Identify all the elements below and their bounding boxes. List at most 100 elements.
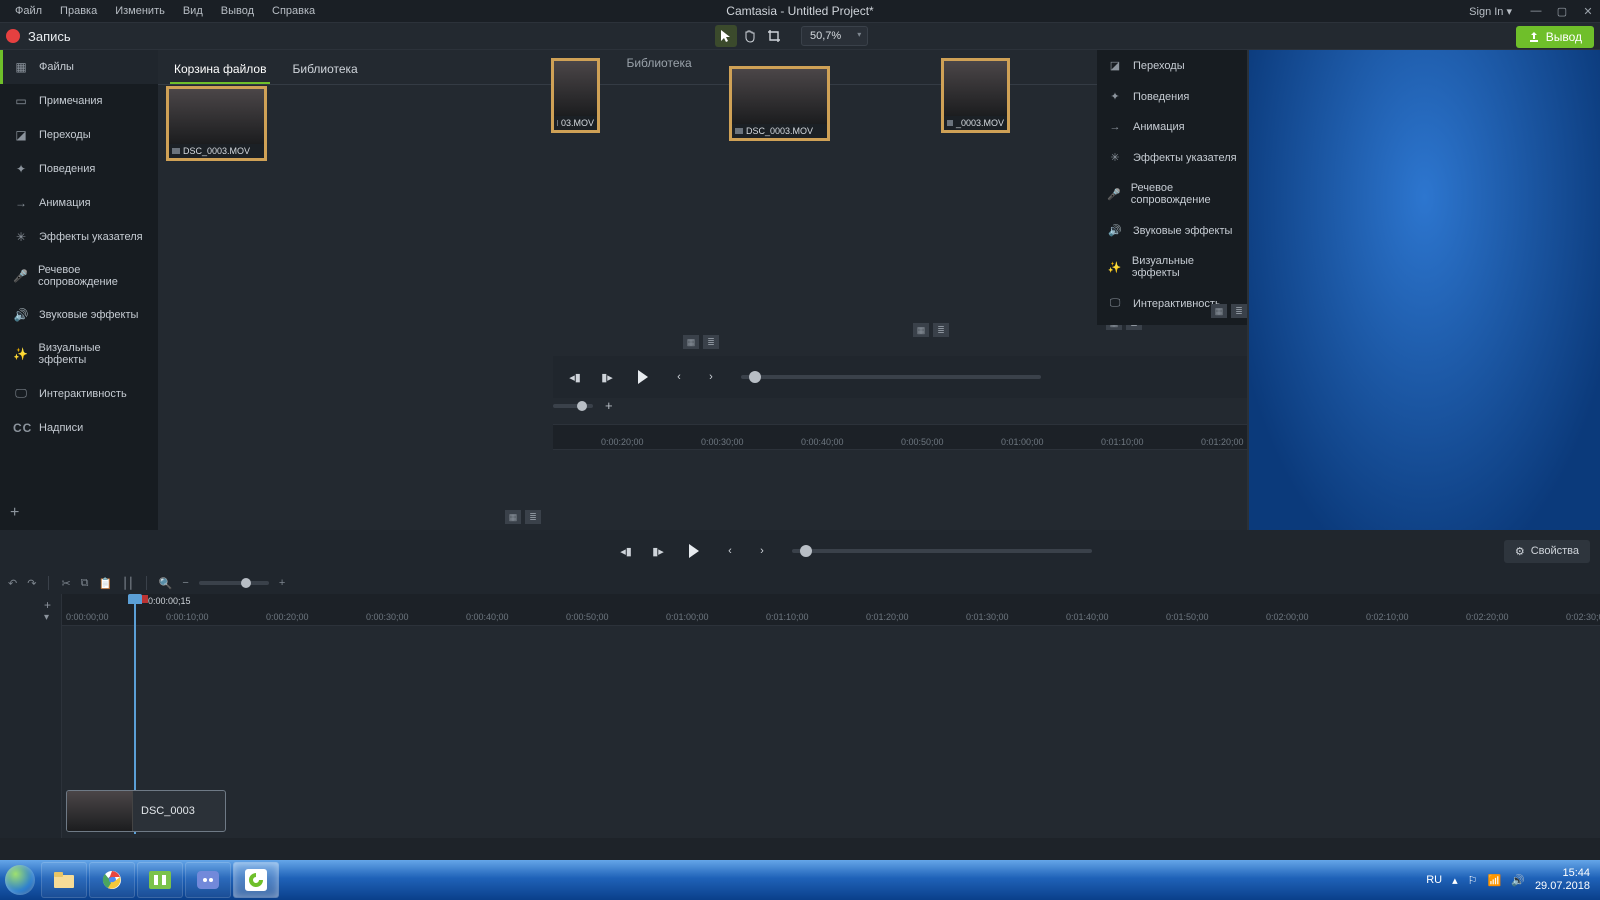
step-back-button[interactable]: ◂▮ [613, 538, 639, 564]
media-clip[interactable]: _0003.MOV [943, 60, 1008, 131]
undo-button[interactable]: ↶ [8, 577, 17, 590]
collapse-track-button[interactable]: ▾ [44, 612, 49, 623]
list-view-icon[interactable]: ≣ [1231, 304, 1247, 318]
step-fwd-button[interactable]: ▮▸ [645, 538, 671, 564]
grid-view-icon[interactable]: ▦ [505, 510, 521, 524]
sidebar-item-audio-fx[interactable]: 🔊Звуковые эффекты [0, 298, 158, 332]
list-view-icon[interactable]: ≣ [525, 510, 541, 524]
media-clip[interactable]: 03.MOV [553, 60, 598, 131]
floatcat-animations[interactable]: →Анимация [1097, 112, 1247, 142]
sidebar-item-annotations[interactable]: ▭Примечания [0, 84, 158, 118]
sidebar-item-interactivity[interactable]: 🖵Интерактивность [0, 376, 158, 411]
sidebar-item-captions[interactable]: CCНадписи [0, 411, 158, 445]
list-view-icon[interactable]: ≣ [933, 323, 949, 337]
tab-library[interactable]: Библиотека [288, 56, 361, 84]
view-toggle[interactable]: ▦≣ [913, 323, 949, 337]
grid-view-icon[interactable]: ▦ [683, 335, 699, 349]
add-media-button[interactable]: + [0, 496, 158, 530]
zoom-out-button[interactable]: − [182, 577, 188, 589]
sidebar-item-behaviors[interactable]: ✦Поведения [0, 152, 158, 186]
grid-view-icon[interactable]: ▦ [913, 323, 929, 337]
tray-show-hidden-icon[interactable]: ▴ [1452, 874, 1458, 887]
maximize-button[interactable]: ▢ [1556, 5, 1568, 17]
select-tool-icon[interactable] [715, 25, 737, 47]
view-toggle[interactable]: ▦≣ [505, 510, 541, 524]
sidebar-item-transitions[interactable]: ◪Переходы [0, 118, 158, 152]
cut-button[interactable]: ✂ [61, 577, 70, 590]
crop-tool-icon[interactable] [763, 25, 785, 47]
taskbar-app-green[interactable] [137, 862, 183, 898]
add-track-button[interactable]: + [44, 598, 51, 612]
paste-button[interactable]: 📋 [99, 577, 113, 590]
zoom-in-button[interactable]: + [279, 577, 285, 589]
record-label[interactable]: Запись [28, 29, 71, 44]
play-button[interactable] [626, 360, 660, 394]
track-lane-1[interactable]: DSC_0003 [62, 626, 1600, 838]
tab-media-bin[interactable]: Корзина файлов [170, 56, 270, 84]
floatcat-transitions[interactable]: ◪Переходы [1097, 50, 1247, 81]
prev-frame-button[interactable]: ‹ [666, 364, 692, 390]
copy-button[interactable]: ⧉ [81, 577, 89, 590]
floatcat-visual-fx[interactable]: ✨Визуальные эффекты [1097, 246, 1247, 288]
canvas-zoom-dropdown[interactable]: 50,7% [801, 26, 868, 46]
scrub-knob[interactable] [749, 371, 761, 383]
timeline-ruler[interactable]: 0:00:00;15 0:00:00;00 0:00:10;00 0:00:20… [62, 594, 1600, 626]
menu-modify[interactable]: Изменить [106, 2, 174, 20]
prev-frame-button[interactable]: ‹ [717, 538, 743, 564]
taskbar-camtasia[interactable] [233, 862, 279, 898]
properties-button[interactable]: ⚙Свойства [1504, 540, 1590, 563]
next-frame-button[interactable]: › [698, 364, 724, 390]
floatcat-audio-fx[interactable]: 🔊Звуковые эффекты [1097, 215, 1247, 246]
minimize-button[interactable]: — [1530, 5, 1542, 17]
start-button[interactable] [0, 860, 40, 900]
menu-help[interactable]: Справка [263, 2, 324, 20]
record-icon[interactable] [6, 29, 20, 43]
sidebar-item-voice[interactable]: 🎤Речевое сопровождение [0, 254, 158, 298]
view-toggle[interactable]: ▦≣ [683, 335, 719, 349]
sidebar-item-animations[interactable]: →Анимация [0, 186, 158, 220]
tray-language[interactable]: RU [1426, 874, 1442, 886]
floatcat-behaviors[interactable]: ✦Поведения [1097, 81, 1247, 112]
grid-view-icon[interactable]: ▦ [1211, 304, 1227, 318]
sidebar-item-cursor-fx[interactable]: ✳Эффекты указателя [0, 220, 158, 254]
split-button[interactable]: ⎮⎮ [122, 577, 133, 590]
step-back-button[interactable]: ◂▮ [562, 364, 588, 390]
taskbar-chrome[interactable] [89, 862, 135, 898]
redo-button[interactable]: ↷ [27, 577, 36, 590]
timeline-zoom-slider-mid[interactable] [553, 404, 593, 408]
tray-action-center-icon[interactable]: ⚐ [1468, 874, 1478, 887]
tray-network-icon[interactable]: 📶 [1488, 874, 1502, 887]
step-fwd-button[interactable]: ▮▸ [594, 364, 620, 390]
media-clip[interactable]: DSC_0003.MOV [168, 88, 265, 159]
floatcat-cursor-fx[interactable]: ✳Эффекты указателя [1097, 142, 1247, 173]
timeline-zoom-slider[interactable] [199, 581, 269, 585]
menu-file[interactable]: Файл [6, 2, 51, 20]
tray-volume-icon[interactable]: 🔊 [1511, 874, 1525, 887]
playhead[interactable] [128, 594, 142, 608]
sidebar-item-visual-fx[interactable]: ✨Визуальные эффекты [0, 332, 158, 376]
menu-output[interactable]: Вывод [212, 2, 263, 20]
hand-tool-icon[interactable] [739, 25, 761, 47]
zoom-search-icon[interactable]: 🔍 [159, 577, 173, 590]
taskbar-discord[interactable] [185, 862, 231, 898]
tray-clock[interactable]: 15:44 29.07.2018 [1535, 867, 1590, 893]
zoom-knob[interactable] [577, 401, 587, 411]
zoom-knob[interactable] [241, 578, 251, 588]
scrub-slider[interactable] [792, 549, 1092, 553]
timeline-clip[interactable]: DSC_0003 [66, 790, 226, 832]
play-button[interactable] [677, 534, 711, 568]
scrub-knob[interactable] [800, 545, 812, 557]
export-button[interactable]: Вывод [1516, 26, 1594, 48]
floatcat-voice[interactable]: 🎤Речевое сопровождение [1097, 173, 1247, 215]
scrub-slider[interactable] [741, 375, 1041, 379]
sidebar-item-files[interactable]: ▦Файлы [0, 50, 158, 84]
menu-view[interactable]: Вид [174, 2, 212, 20]
media-clip[interactable]: DSC_0003.MOV [731, 68, 828, 139]
zoom-in-button[interactable]: + [605, 398, 613, 413]
close-button[interactable]: ✕ [1582, 5, 1594, 17]
sign-in-button[interactable]: Sign In ▾ [1469, 5, 1516, 18]
taskbar-explorer[interactable] [41, 862, 87, 898]
view-toggle-corner[interactable]: ▦≣ [1211, 304, 1247, 318]
list-view-icon[interactable]: ≣ [703, 335, 719, 349]
menu-edit[interactable]: Правка [51, 2, 106, 20]
